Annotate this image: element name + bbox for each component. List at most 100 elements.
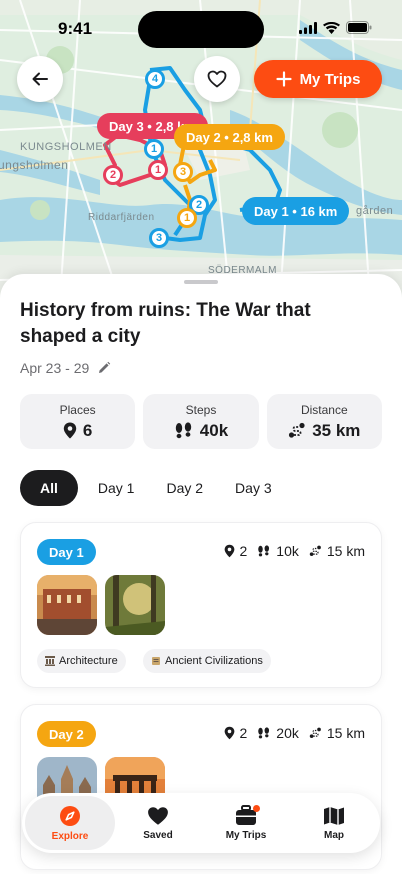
trip-dates-text: Apr 23 - 29 — [20, 360, 90, 376]
tag-label: Architecture — [59, 655, 118, 667]
day-badge: Day 2 — [37, 721, 96, 747]
stop-marker[interactable]: 3 — [149, 228, 169, 248]
nav-explore[interactable]: Explore — [25, 796, 115, 850]
route-label-day-2[interactable]: Day 2 • 2,8 km — [174, 124, 285, 150]
trip-dates: Apr 23 - 29 — [20, 360, 111, 376]
tag-chip: Architecture — [37, 649, 126, 673]
route-icon — [309, 545, 321, 557]
day-steps: 10k — [257, 543, 299, 559]
place-photo-image — [105, 575, 165, 635]
nav-label: Saved — [143, 829, 173, 841]
day-steps-value: 20k — [276, 725, 299, 741]
status-bar: 9:41 — [0, 0, 402, 54]
day-places-value: 2 — [239, 543, 248, 559]
map-label-riddarfjarden: Riddarfjärden — [88, 212, 155, 223]
heart-icon — [207, 70, 227, 88]
plus-icon — [275, 71, 292, 87]
place-thumbnail[interactable] — [37, 575, 97, 635]
pin-icon — [63, 422, 77, 439]
stat-steps: Steps 40k — [143, 394, 259, 449]
columns-icon — [45, 656, 55, 666]
stat-value: 6 — [82, 420, 93, 440]
map-icon — [324, 806, 344, 825]
status-icons — [299, 21, 372, 34]
stat-value: 40k — [199, 420, 229, 440]
route-label-day-1[interactable]: Day 1 • 16 km — [242, 197, 350, 225]
day-meta: 2 10k 15 km — [224, 543, 365, 559]
day-steps: 20k — [257, 725, 299, 741]
stop-marker[interactable]: 4 — [145, 69, 165, 89]
my-trips-button-label: My Trips — [299, 70, 361, 88]
nav-label: My Trips — [225, 830, 267, 841]
day-badge: Day 1 — [37, 539, 96, 565]
footsteps-icon — [258, 727, 270, 739]
day-places: 2 — [224, 543, 248, 559]
nav-my-trips[interactable]: My Trips — [201, 796, 291, 850]
map-label-kungsholmen: KUNGSHOLMEN — [20, 141, 112, 153]
heart-icon — [148, 806, 168, 825]
stat-value: 35 km — [312, 420, 361, 440]
nav-saved[interactable]: Saved — [113, 796, 203, 850]
tab-day-2[interactable]: Day 2 — [154, 470, 215, 506]
cellular-signal-icon — [299, 21, 317, 34]
day-meta: 2 20k 15 km — [224, 725, 365, 741]
map-label-kungsholmen-water: ungsholmen — [0, 158, 69, 172]
trip-details-sheet: History from ruins: The War that shaped … — [0, 274, 402, 874]
map-label-garden: gården — [356, 205, 394, 217]
stat-value-row: 40k — [174, 421, 228, 441]
route-icon — [289, 422, 305, 438]
stop-marker[interactable]: 1 — [177, 208, 197, 228]
stat-value-row: 6 — [63, 421, 92, 441]
day-card-day-1[interactable]: Day 1 2 10k 15 km Architecture Ancient C… — [20, 522, 382, 688]
day-distance: 15 km — [309, 725, 365, 741]
footsteps-icon — [175, 422, 191, 439]
pencil-icon[interactable] — [97, 361, 111, 375]
day-distance-value: 15 km — [326, 725, 365, 741]
day-tabs: All Day 1 Day 2 Day 3 — [20, 470, 284, 506]
day-places: 2 — [224, 725, 248, 741]
arrow-left-icon — [32, 72, 48, 86]
stop-marker[interactable]: 1 — [144, 139, 164, 159]
battery-icon — [346, 21, 372, 34]
route-icon — [309, 727, 321, 739]
day-distance: 15 km — [309, 543, 365, 559]
map-view[interactable]: KUNGSHOLMEN ungsholmen Riddarfjärden går… — [0, 0, 402, 300]
nav-label: Map — [324, 829, 344, 841]
pin-icon — [224, 544, 234, 558]
stat-label: Steps — [185, 402, 217, 417]
pin-icon — [224, 726, 234, 740]
stop-marker[interactable]: 3 — [173, 162, 193, 182]
my-trips-button[interactable]: My Trips — [254, 60, 382, 98]
nav-map[interactable]: Map — [289, 796, 379, 850]
place-photo-image — [37, 575, 97, 635]
day-distance-value: 15 km — [326, 543, 365, 559]
wifi-icon — [323, 21, 340, 34]
compass-icon — [60, 805, 80, 826]
tag-label: Ancient Civilizations — [165, 655, 263, 667]
scroll-icon — [152, 657, 160, 665]
stop-marker[interactable]: 2 — [103, 165, 123, 185]
dynamic-island — [138, 11, 264, 48]
favorite-button[interactable] — [194, 56, 240, 102]
sheet-grabber[interactable] — [184, 280, 218, 284]
tab-all[interactable]: All — [20, 470, 78, 506]
nav-label: Explore — [51, 830, 89, 842]
footsteps-icon — [258, 545, 270, 557]
place-thumbnail[interactable] — [105, 575, 165, 635]
back-button[interactable] — [17, 56, 63, 102]
page-title: History from ruins: The War that shaped … — [20, 300, 311, 347]
tag-chip: Ancient Civilizations — [143, 649, 271, 673]
day-places-value: 2 — [239, 725, 248, 741]
stat-label: Distance — [300, 402, 348, 417]
bottom-tab-bar: Explore Saved My Trips Map — [22, 793, 380, 853]
stat-label: Places — [59, 402, 96, 417]
day-steps-value: 10k — [276, 543, 299, 559]
stat-distance: Distance 35 km — [266, 394, 382, 449]
trip-stats: Places 6 Steps 40k Distance 35 km — [20, 394, 382, 449]
tab-day-1[interactable]: Day 1 — [86, 470, 147, 506]
status-time: 9:41 — [58, 19, 93, 38]
tab-day-3[interactable]: Day 3 — [223, 470, 284, 506]
stat-places: Places 6 — [20, 394, 136, 449]
stop-marker[interactable]: 1 — [148, 160, 168, 180]
notification-dot — [253, 805, 260, 812]
